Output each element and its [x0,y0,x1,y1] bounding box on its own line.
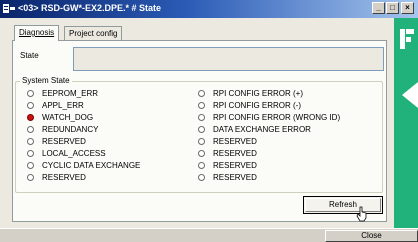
led-indicator-icon [198,162,205,169]
led-indicator-icon [27,102,34,109]
led-indicator-icon [198,174,205,181]
tab-diagnosis[interactable]: Diagnosis [14,25,60,41]
system-state-title: System State [20,76,72,85]
maximize-button[interactable]: □ [386,2,399,14]
title-bar: <03> RSD-GW*-EX2.DPE.* # State _ □ × [0,0,418,18]
state-dialog-window: <03> RSD-GW*-EX2.DPE.* # State _ □ × Dia… [0,0,418,242]
led-indicator-icon [27,90,34,97]
led-indicator-icon [27,126,34,133]
led-indicator-icon [198,114,205,121]
led-indicator-icon [198,126,205,133]
led-indicator-icon [198,138,205,145]
led-indicator-icon [27,162,34,169]
side-arrow-icon [402,82,418,108]
led-indicator-icon [27,174,34,181]
pointer-cursor-icon [356,206,367,222]
tab-project-config-label: Project config [69,29,118,38]
close-button[interactable]: Close [325,230,418,242]
led-indicator-icon [27,150,34,157]
tab-project-config[interactable]: Project config [64,26,123,40]
led-indicator-icon [27,114,34,121]
led-indicator-icon [198,90,205,97]
led-indicator-icon [27,138,34,145]
vendor-logo-icon [400,29,414,49]
minimize-button[interactable]: _ [372,2,385,14]
led-indicator-icon [198,102,205,109]
close-window-button[interactable]: × [401,2,414,14]
refresh-button[interactable]: Refresh [303,196,383,214]
window-title: <03> RSD-GW*-EX2.DPE.* # State [18,3,162,13]
refresh-button-label: Refresh [328,200,357,209]
tab-diagnosis-label: Diagnosis [19,28,55,37]
state-field [73,47,384,71]
led-indicator-icon [198,150,205,157]
state-label: State [20,51,39,60]
app-icon [3,4,15,13]
